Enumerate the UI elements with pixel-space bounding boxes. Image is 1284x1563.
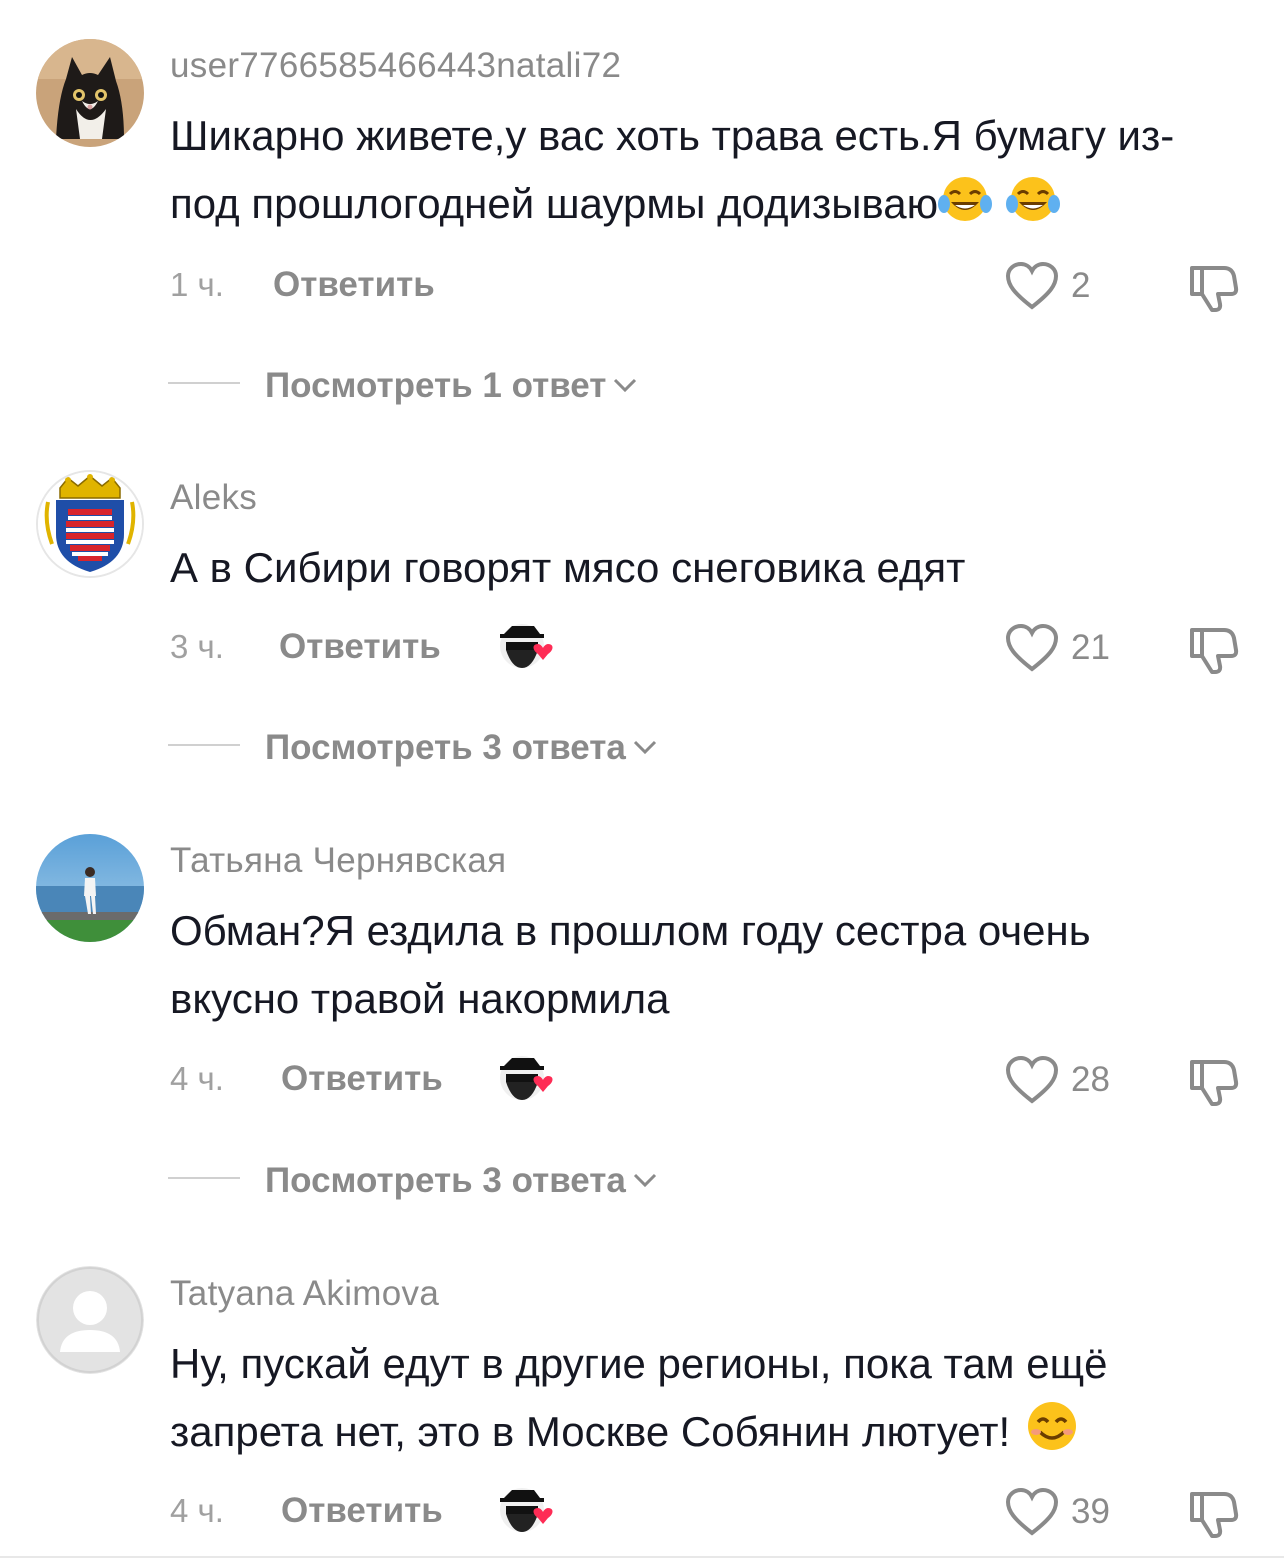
avatar[interactable] bbox=[36, 470, 144, 578]
comment-text: Шикарно живете,у вас хоть трава есть.Я б… bbox=[170, 102, 1230, 244]
reply-button[interactable]: Ответить bbox=[281, 1059, 443, 1099]
creator-liked-icon bbox=[498, 1484, 558, 1534]
heart-icon[interactable] bbox=[1004, 623, 1060, 673]
chevron-down-icon bbox=[612, 362, 638, 402]
creator-liked-icon bbox=[498, 620, 558, 670]
avatar[interactable] bbox=[36, 834, 144, 942]
comment-text: Обман?Я ездила в прошлом году сестра оче… bbox=[170, 907, 1091, 1022]
view-replies[interactable]: Посмотреть 3 ответа bbox=[168, 1157, 768, 1200]
username[interactable]: Aleks bbox=[170, 478, 257, 518]
divider bbox=[168, 744, 240, 746]
heart-icon[interactable] bbox=[1004, 261, 1060, 311]
username[interactable]: Tatyana Akimova bbox=[170, 1274, 439, 1314]
reply-button[interactable]: Ответить bbox=[281, 1491, 443, 1531]
face-with-tears-of-joy-icon bbox=[938, 174, 993, 244]
comment-time: 4 ч. bbox=[170, 1060, 224, 1097]
face-with-tears-of-joy-icon bbox=[1006, 174, 1061, 244]
like-count: 21 bbox=[1071, 628, 1110, 667]
smiling-face-icon bbox=[1024, 1400, 1080, 1472]
username[interactable]: Татьяна Чернявская bbox=[170, 841, 506, 881]
view-replies-label: Посмотреть 3 ответа bbox=[265, 1161, 626, 1200]
username[interactable]: user7766585466443natali72 bbox=[170, 46, 621, 86]
reply-button[interactable]: Ответить bbox=[273, 265, 435, 305]
avatar[interactable] bbox=[36, 39, 144, 147]
comments-list: user7766585466443natali72 Шикарно живете… bbox=[0, 0, 1284, 1563]
divider bbox=[168, 382, 240, 384]
like-count: 28 bbox=[1071, 1060, 1110, 1099]
comment-time: 4 ч. bbox=[170, 1492, 224, 1529]
divider bbox=[0, 1556, 1284, 1558]
dislike-icon[interactable] bbox=[1184, 624, 1240, 676]
view-replies-label: Посмотреть 3 ответа bbox=[265, 728, 626, 767]
chevron-down-icon bbox=[632, 1157, 658, 1197]
view-replies[interactable]: Посмотреть 1 ответ bbox=[168, 362, 768, 405]
heart-icon[interactable] bbox=[1004, 1487, 1060, 1537]
comment-time: 1 ч. bbox=[170, 266, 224, 303]
like-count: 39 bbox=[1071, 1492, 1110, 1531]
view-replies-label: Посмотреть 1 ответ bbox=[265, 366, 607, 405]
reply-button[interactable]: Ответить bbox=[279, 627, 441, 667]
divider bbox=[168, 1177, 240, 1179]
creator-liked-icon bbox=[498, 1052, 558, 1102]
avatar[interactable] bbox=[36, 1266, 144, 1374]
comment-time: 3 ч. bbox=[170, 628, 224, 665]
heart-icon[interactable] bbox=[1004, 1055, 1060, 1105]
dislike-icon[interactable] bbox=[1184, 1488, 1240, 1540]
chevron-down-icon bbox=[632, 724, 658, 764]
dislike-icon[interactable] bbox=[1184, 1056, 1240, 1108]
view-replies[interactable]: Посмотреть 3 ответа bbox=[168, 724, 768, 767]
comment-text: Ну, пускай едут в другие регионы, пока т… bbox=[170, 1330, 1230, 1472]
dislike-icon[interactable] bbox=[1184, 262, 1240, 314]
comment-text: А в Сибири говорят мясо снеговика едят bbox=[170, 544, 966, 591]
like-count: 2 bbox=[1071, 266, 1091, 305]
